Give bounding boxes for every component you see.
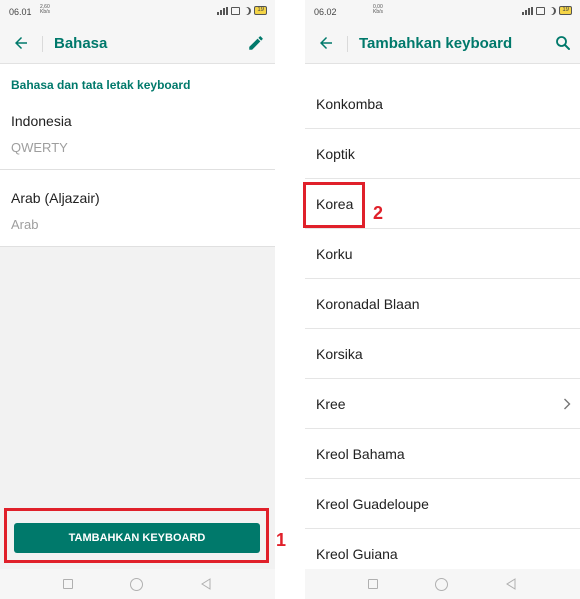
list-item-label: Korsika (316, 346, 363, 362)
keyboard-item-koptik[interactable]: Koptik (305, 129, 580, 179)
right-phone-screen: 06.02 0,00 Kb/s 19 Tambahkan keyboard Ko… (305, 0, 580, 599)
divider (347, 36, 348, 52)
keyboard-item-kree[interactable]: Kree (305, 379, 580, 429)
home-icon[interactable] (435, 578, 448, 591)
list-item-label: Konkomba (316, 96, 383, 112)
annotation-number-1: 1 (276, 530, 287, 550)
language-layout: QWERTY (11, 140, 68, 155)
keyboard-list[interactable]: Konkomba Koptik Korea Korku Koronadal Bl… (305, 65, 580, 569)
language-layout: Arab (11, 217, 39, 232)
status-time: 06.02 (314, 7, 337, 17)
keyboard-item-kreol-guiana[interactable]: Kreol Guiana (305, 529, 580, 569)
keyboard-item-kreol-bahama[interactable]: Kreol Bahama (305, 429, 580, 479)
app-bar: Tambahkan keyboard (305, 24, 580, 64)
keyboard-item-korea[interactable]: Korea (305, 179, 580, 229)
signal-icon (522, 6, 534, 15)
signal-icon (217, 6, 229, 15)
app-bar: Bahasa (0, 24, 275, 64)
navigation-bar (305, 569, 580, 599)
status-icons: 19 (217, 6, 267, 15)
battery-icon: 19 (254, 6, 267, 15)
recents-icon[interactable] (63, 579, 73, 589)
keyboard-item-kreol-guadeloupe[interactable]: Kreol Guadeloupe (305, 479, 580, 529)
network-speed: 2,60 Kb/s (40, 4, 51, 15)
list-item-label: Kreol Guadeloupe (316, 496, 429, 512)
navigation-bar (0, 569, 275, 599)
list-item-label: Korku (316, 246, 353, 262)
back-triangle-icon[interactable] (200, 578, 212, 590)
list-item-label: Koptik (316, 146, 355, 162)
keyboard-item-konkomba[interactable]: Konkomba (305, 79, 580, 129)
status-bar: 06.02 0,00 Kb/s 19 (305, 0, 580, 24)
empty-area (0, 247, 275, 509)
home-icon[interactable] (130, 578, 143, 591)
language-item-arab[interactable]: Arab (Aljazair) Arab (0, 170, 275, 247)
divider (42, 36, 43, 52)
keyboard-item-korsika[interactable]: Korsika (305, 329, 580, 379)
cast-icon (536, 6, 546, 15)
arrow-left-icon[interactable] (12, 34, 30, 52)
moon-icon (548, 7, 556, 15)
language-name: Arab (Aljazair) (11, 190, 100, 206)
status-icons: 19 (522, 6, 572, 15)
battery-icon: 19 (559, 6, 572, 15)
add-keyboard-button[interactable]: TAMBAHKAN KEYBOARD (14, 523, 260, 553)
back-triangle-icon[interactable] (505, 578, 517, 590)
search-icon[interactable] (554, 34, 572, 52)
status-time: 06.01 (9, 7, 32, 17)
list-item-label: Kreol Guiana (316, 546, 398, 562)
left-phone-screen: 06.01 2,60 Kb/s 19 Bahasa Bahasa dan tat… (0, 0, 275, 599)
annotation-number-2: 2 (373, 203, 384, 223)
status-bar: 06.01 2,60 Kb/s 19 (0, 0, 275, 24)
language-item-indonesia[interactable]: Indonesia QWERTY (0, 93, 275, 170)
list-item-label: Korea (316, 196, 354, 212)
keyboard-item-koronadal-blaan[interactable]: Koronadal Blaan (305, 279, 580, 329)
page-title: Tambahkan keyboard (359, 35, 513, 52)
arrow-left-icon[interactable] (317, 34, 335, 52)
language-name: Indonesia (11, 113, 72, 129)
network-speed: 0,00 Kb/s (373, 4, 384, 15)
chevron-right-icon (564, 398, 571, 410)
section-header: Bahasa dan tata letak keyboard (11, 78, 191, 92)
page-title: Bahasa (54, 35, 108, 52)
keyboard-item-korku[interactable]: Korku (305, 229, 580, 279)
list-item-label: Kreol Bahama (316, 446, 405, 462)
add-button-area: TAMBAHKAN KEYBOARD (0, 509, 275, 569)
pencil-icon[interactable] (247, 34, 265, 52)
list-item-label: Kree (316, 396, 346, 412)
cast-icon (231, 6, 241, 15)
moon-icon (243, 7, 251, 15)
recents-icon[interactable] (368, 579, 378, 589)
list-item-label: Koronadal Blaan (316, 296, 420, 312)
